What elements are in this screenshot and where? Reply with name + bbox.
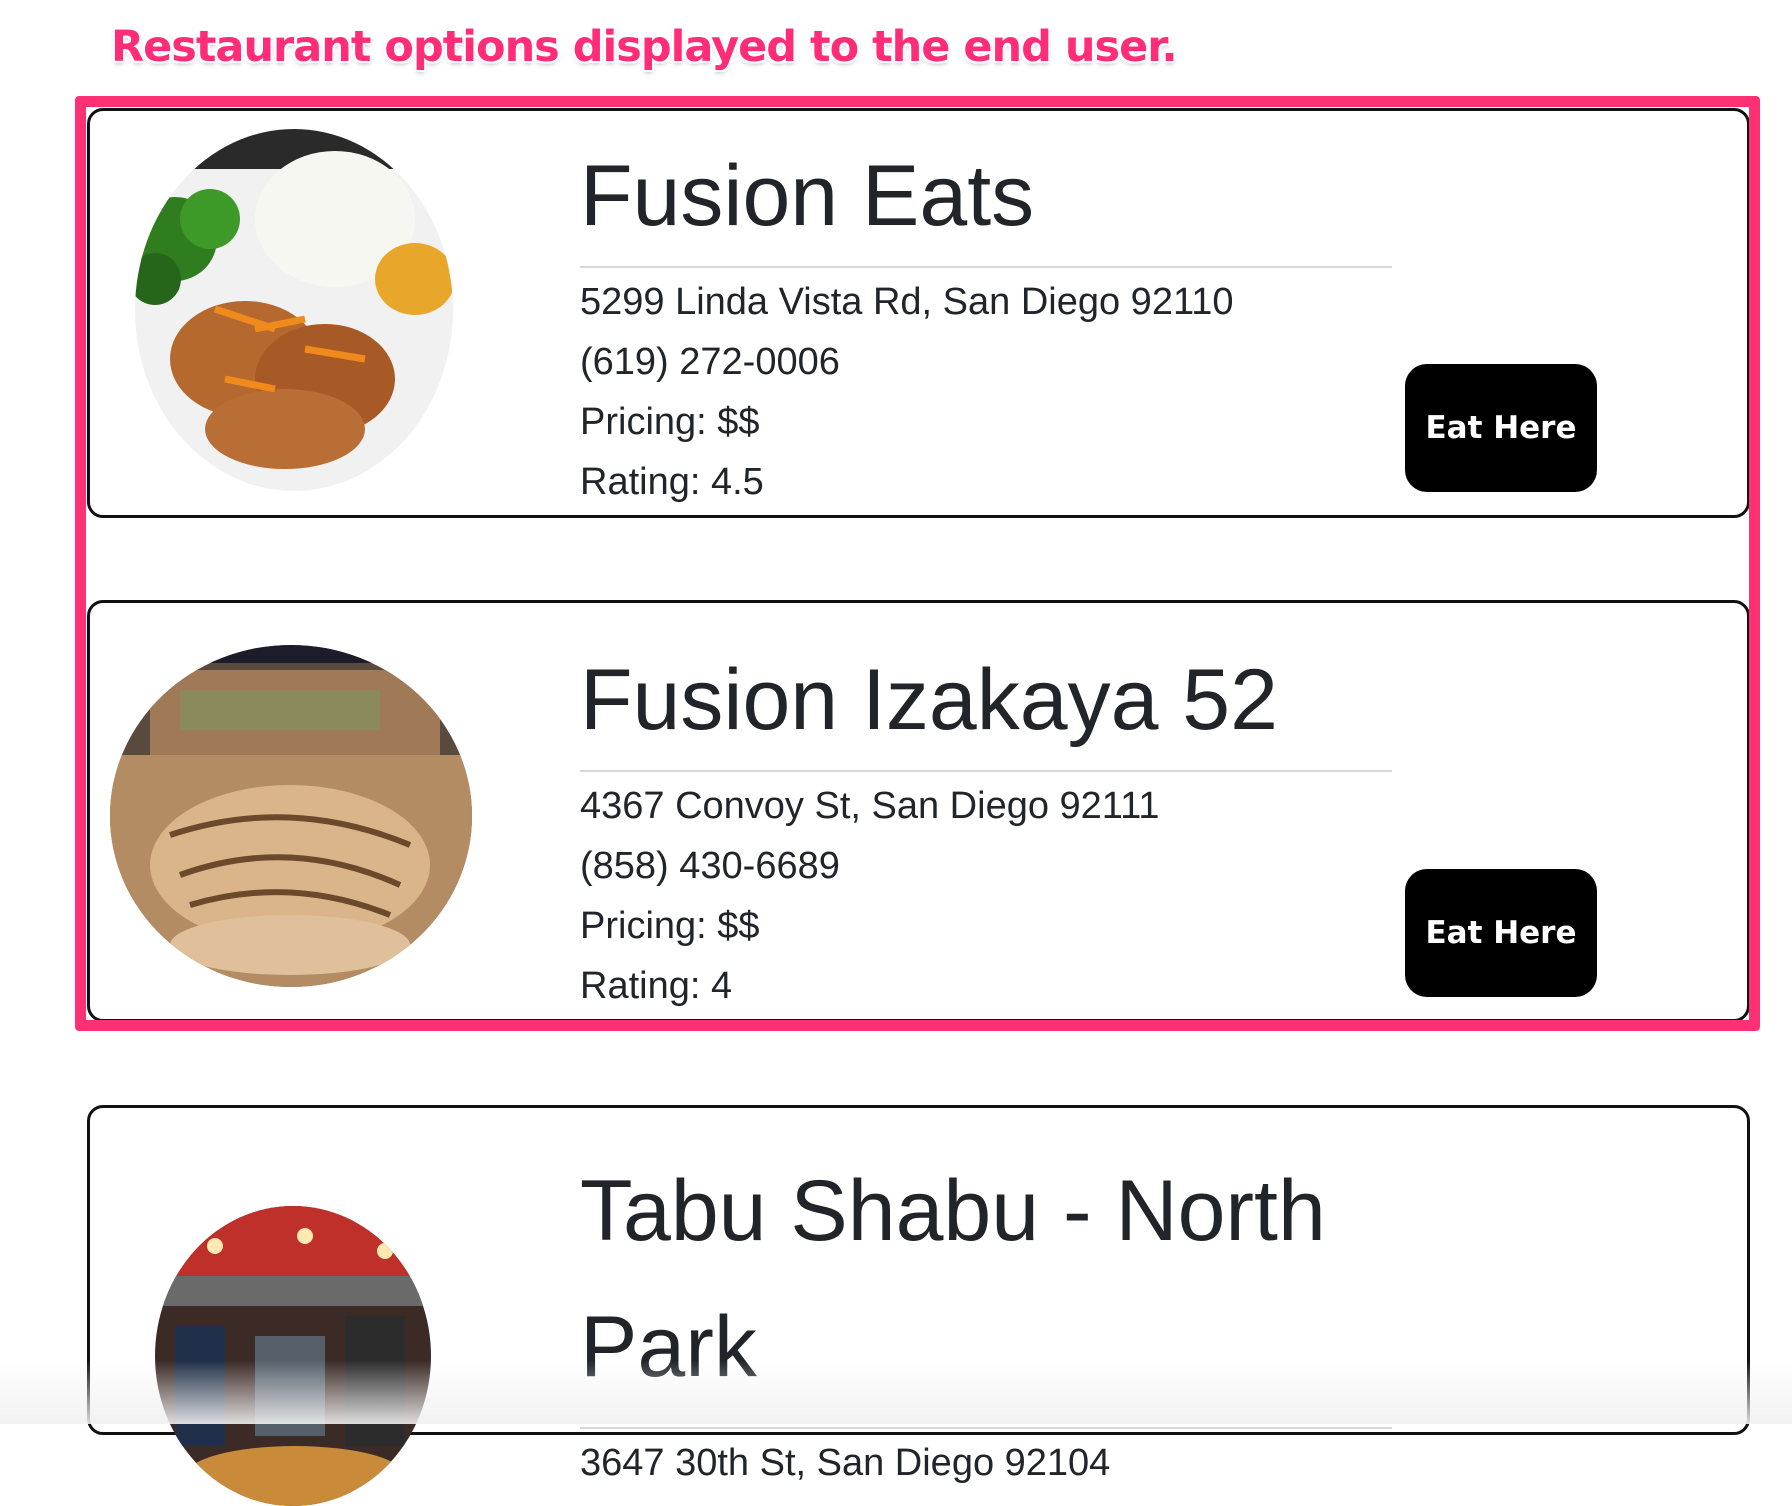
annotation-caption: Restaurant options displayed to the end … [111,22,1178,72]
restaurant-name: Tabu Shabu - North Park [580,1143,1392,1429]
restaurant-address: 3647 30th St, San Diego 92104 [580,1442,1111,1484]
restaurant-photo [155,1206,431,1506]
highlight-frame [75,96,1760,1031]
restaurant-card: Tabu Shabu - North Park 3647 30th St, Sa… [87,1105,1750,1506]
